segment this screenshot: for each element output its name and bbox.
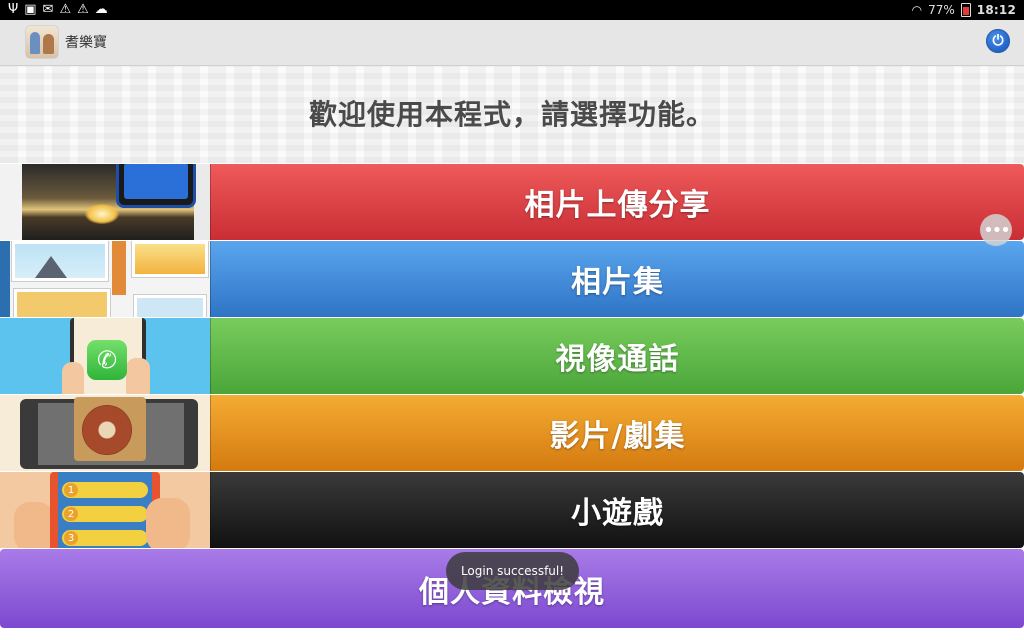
menu-label: 相片集	[571, 265, 664, 300]
menu-label: 小遊戲	[571, 496, 664, 531]
menu-photo-album[interactable]: 相片集	[0, 240, 1024, 317]
floating-more-icon[interactable]: •••	[980, 214, 1012, 246]
warning-icon: ⚠	[59, 2, 72, 17]
film-reel-thumbnail	[0, 395, 210, 471]
app-title: 耆樂寶	[65, 35, 107, 51]
warning-icon: ⚠	[77, 2, 89, 17]
menu-label: 相片上傳分享	[524, 188, 711, 223]
status-bar: Ψ ▣ ✉ ⚠ ⚠ ☁ ◠ 77% 18:12	[0, 0, 1024, 20]
film-reel-icon	[82, 405, 132, 455]
action-bar: 耆樂寶 ⏻	[0, 20, 1024, 66]
photo-album-thumbnail	[0, 241, 210, 317]
menu-photo-upload-share[interactable]: 相片上傳分享	[0, 163, 1024, 240]
menu-label: 視像通話	[555, 342, 680, 377]
toast-message: Login successful!	[446, 552, 579, 590]
battery-icon	[960, 3, 971, 17]
power-icon[interactable]: ⏻	[986, 29, 1010, 53]
clock: 18:12	[976, 3, 1016, 17]
video-call-thumbnail: ✆	[0, 318, 210, 394]
image-icon: ▣	[24, 2, 37, 17]
menu-mini-games[interactable]: 1 2 3 小遊戲	[0, 471, 1024, 548]
system-icons: ◠ 77% 18:12	[912, 0, 1024, 20]
games-thumbnail: 1 2 3	[0, 472, 210, 548]
welcome-banner: 歡迎使用本程式，請選擇功能。	[0, 66, 1024, 163]
usb-icon: Ψ	[8, 2, 19, 17]
menu-video-call[interactable]: ✆ 視像通話	[0, 317, 1024, 394]
cloud-upload-icon: ☁	[94, 2, 108, 17]
welcome-message: 歡迎使用本程式，請選擇功能。	[308, 97, 715, 131]
app-logo	[26, 26, 58, 58]
battery-percent: 77%	[928, 3, 955, 17]
menu-label: 影片/劇集	[549, 419, 686, 454]
sunset-photo-thumbnail	[0, 164, 210, 240]
menu-movies-series[interactable]: 影片/劇集	[0, 394, 1024, 471]
wifi-icon: ◠	[911, 3, 923, 17]
mail-icon: ✉	[42, 2, 54, 17]
phone-icon: ✆	[87, 340, 127, 380]
notification-icons: Ψ ▣ ✉ ⚠ ⚠ ☁	[0, 0, 108, 20]
